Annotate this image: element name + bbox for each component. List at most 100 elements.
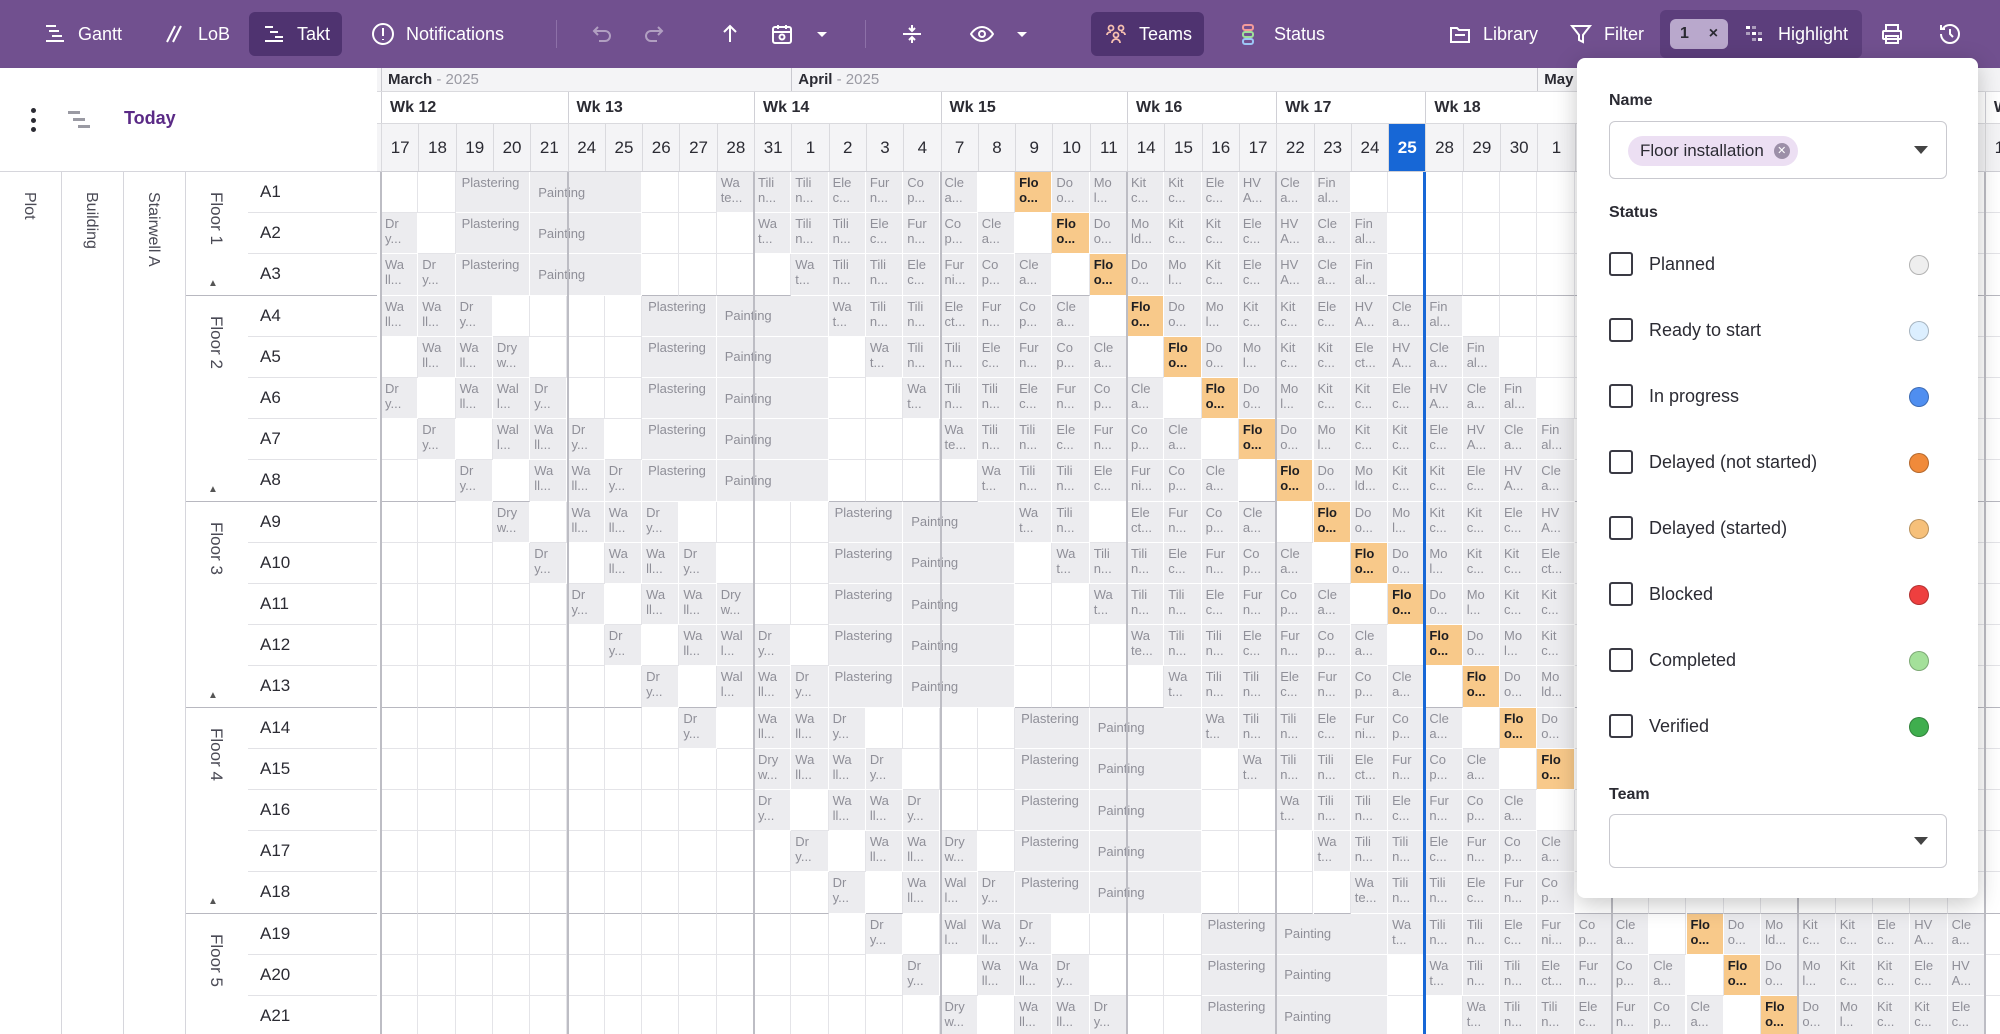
task-cell[interactable]: Plastering xyxy=(455,254,531,296)
unit-row[interactable]: A12 xyxy=(248,625,377,667)
task-cell[interactable]: Mo l... xyxy=(1500,625,1538,667)
task-cell[interactable]: Do o... xyxy=(1089,213,1127,255)
name-select[interactable]: Floor installation ✕ xyxy=(1609,121,1947,179)
task-cell[interactable]: Wa ll... xyxy=(567,460,605,502)
task-cell[interactable]: Tili n... xyxy=(1015,460,1053,502)
highlighted-task[interactable]: Flo o... xyxy=(1238,419,1277,461)
highlighted-task[interactable]: Flo o... xyxy=(1388,584,1426,626)
status-option[interactable]: Delayed (not started) xyxy=(1609,442,1929,482)
task-cell[interactable]: Fin al... xyxy=(1350,213,1389,255)
redo-button[interactable] xyxy=(634,14,674,54)
task-cell[interactable]: Co p... xyxy=(1388,707,1426,749)
task-cell[interactable]: Cle a... xyxy=(1388,295,1426,337)
task-cell[interactable]: Fur n... xyxy=(977,295,1016,337)
task-cell[interactable]: Wa t... xyxy=(865,336,904,378)
highlighted-task[interactable]: Flo o... xyxy=(1164,336,1202,378)
chevron-up-icon[interactable]: ▲ xyxy=(208,896,218,907)
task-cell[interactable]: Wa t... xyxy=(1164,666,1202,708)
task-cell[interactable]: Wa ll... xyxy=(567,501,605,543)
task-cell[interactable]: Painting xyxy=(1089,872,1202,914)
task-cell[interactable]: Wal l... xyxy=(492,378,531,420)
task-cell[interactable]: Plastering xyxy=(1015,748,1090,790)
task-cell[interactable]: Cle a... xyxy=(1313,584,1351,626)
print-button[interactable] xyxy=(1872,14,1912,54)
unit-row[interactable]: A6 xyxy=(248,378,377,420)
task-cell[interactable]: Kit c... xyxy=(1127,172,1165,214)
task-cell[interactable]: Painting xyxy=(903,584,1016,626)
task-cell[interactable]: HV A... xyxy=(1947,954,1985,996)
task-cell[interactable]: Painting xyxy=(716,460,829,502)
task-cell[interactable]: Cle a... xyxy=(1201,460,1239,502)
task-cell[interactable]: Tili n... xyxy=(1201,625,1239,667)
task-cell[interactable]: Ele c... xyxy=(1313,295,1351,337)
task-cell[interactable]: Do o... xyxy=(1201,336,1239,378)
task-cell[interactable]: Dr y... xyxy=(418,254,456,296)
task-cell[interactable]: Wa ll... xyxy=(1015,954,1053,996)
task-cell[interactable]: Kit c... xyxy=(1537,625,1575,667)
task-cell[interactable]: Kit c... xyxy=(1238,295,1277,337)
task-cell[interactable]: Wa ll... xyxy=(381,295,419,337)
task-cell[interactable]: Wal l... xyxy=(940,913,978,955)
collapse-levels-icon[interactable] xyxy=(66,108,92,132)
task-cell[interactable]: Tili n... xyxy=(1276,748,1314,790)
status-checkbox[interactable] xyxy=(1609,714,1633,738)
status-checkbox[interactable] xyxy=(1609,252,1633,276)
task-cell[interactable]: Cle a... xyxy=(1276,172,1314,214)
status-option[interactable]: Delayed (started) xyxy=(1609,508,1929,548)
status-checkbox[interactable] xyxy=(1609,318,1633,342)
unit-row[interactable]: A20 xyxy=(248,954,377,996)
task-cell[interactable]: Tili n... xyxy=(754,172,792,214)
unit-row[interactable]: A5 xyxy=(248,336,377,378)
task-cell[interactable]: Tili n... xyxy=(1313,790,1351,832)
task-cell[interactable]: Ele ct... xyxy=(1127,501,1165,543)
unit-row[interactable]: A18 xyxy=(248,872,377,914)
task-cell[interactable]: Tili n... xyxy=(791,213,829,255)
task-cell[interactable]: Painting xyxy=(716,419,829,461)
task-cell[interactable]: Fur n... xyxy=(1052,378,1090,420)
task-cell[interactable]: Tili n... xyxy=(977,419,1016,461)
unit-row[interactable]: A14 xyxy=(248,707,377,749)
task-cell[interactable]: Wa t... xyxy=(977,460,1016,502)
task-cell[interactable]: Cle a... xyxy=(1015,254,1053,296)
task-cell[interactable]: Kit c... xyxy=(1873,954,1911,996)
task-cell[interactable]: Tili n... xyxy=(1015,419,1053,461)
task-cell[interactable]: Wa t... xyxy=(1425,954,1463,996)
task-cell[interactable]: Wa ll... xyxy=(455,336,493,378)
highlighted-task[interactable]: Flo o... xyxy=(1015,172,1053,214)
task-cell[interactable]: Plastering xyxy=(455,213,531,255)
task-cell[interactable]: Ele ct... xyxy=(1350,748,1389,790)
task-cell[interactable]: Tili n... xyxy=(1276,707,1314,749)
task-cell[interactable]: Wal l... xyxy=(716,625,754,667)
task-cell[interactable]: Plastering xyxy=(1015,872,1090,914)
task-cell[interactable]: Cle a... xyxy=(1425,336,1463,378)
task-cell[interactable]: Co p... xyxy=(1164,460,1202,502)
task-cell[interactable]: Mo l... xyxy=(1089,172,1127,214)
task-cell[interactable]: Fur n... xyxy=(865,172,904,214)
task-cell[interactable]: Wa ll... xyxy=(381,254,419,296)
task-cell[interactable]: Ele c... xyxy=(1052,419,1090,461)
task-cell[interactable]: Ele c... xyxy=(1500,501,1538,543)
task-cell[interactable]: Tili n... xyxy=(1425,872,1463,914)
task-cell[interactable]: Tili n... xyxy=(1052,501,1090,543)
task-cell[interactable]: Dr y... xyxy=(903,790,941,832)
task-cell[interactable]: Dr y... xyxy=(418,419,456,461)
task-cell[interactable]: Do o... xyxy=(1052,172,1090,214)
task-cell[interactable]: Kit c... xyxy=(1537,584,1575,626)
task-cell[interactable]: Kit c... xyxy=(1462,542,1500,584)
task-cell[interactable]: Fur n... xyxy=(1611,996,1650,1034)
task-cell[interactable]: Tili n... xyxy=(1425,913,1463,955)
task-cell[interactable]: Wa t... xyxy=(754,213,792,255)
task-cell[interactable]: Kit c... xyxy=(1873,996,1911,1034)
task-cell[interactable]: Tili n... xyxy=(1500,996,1538,1034)
task-cell[interactable]: Wa t... xyxy=(1238,748,1277,790)
task-cell[interactable]: Do o... xyxy=(1425,584,1463,626)
task-cell[interactable]: Wa ll... xyxy=(903,872,941,914)
task-cell[interactable]: Plastering xyxy=(828,584,904,626)
task-cell[interactable]: Tili n... xyxy=(828,213,866,255)
status-option[interactable]: Completed xyxy=(1609,640,1929,680)
date-picker-dropdown[interactable] xyxy=(802,14,842,54)
task-cell[interactable]: Fur ni... xyxy=(1127,460,1165,502)
task-cell[interactable]: Do o... xyxy=(1723,913,1762,955)
task-cell[interactable]: Wa t... xyxy=(1015,501,1053,543)
status-option[interactable]: Planned xyxy=(1609,244,1929,284)
